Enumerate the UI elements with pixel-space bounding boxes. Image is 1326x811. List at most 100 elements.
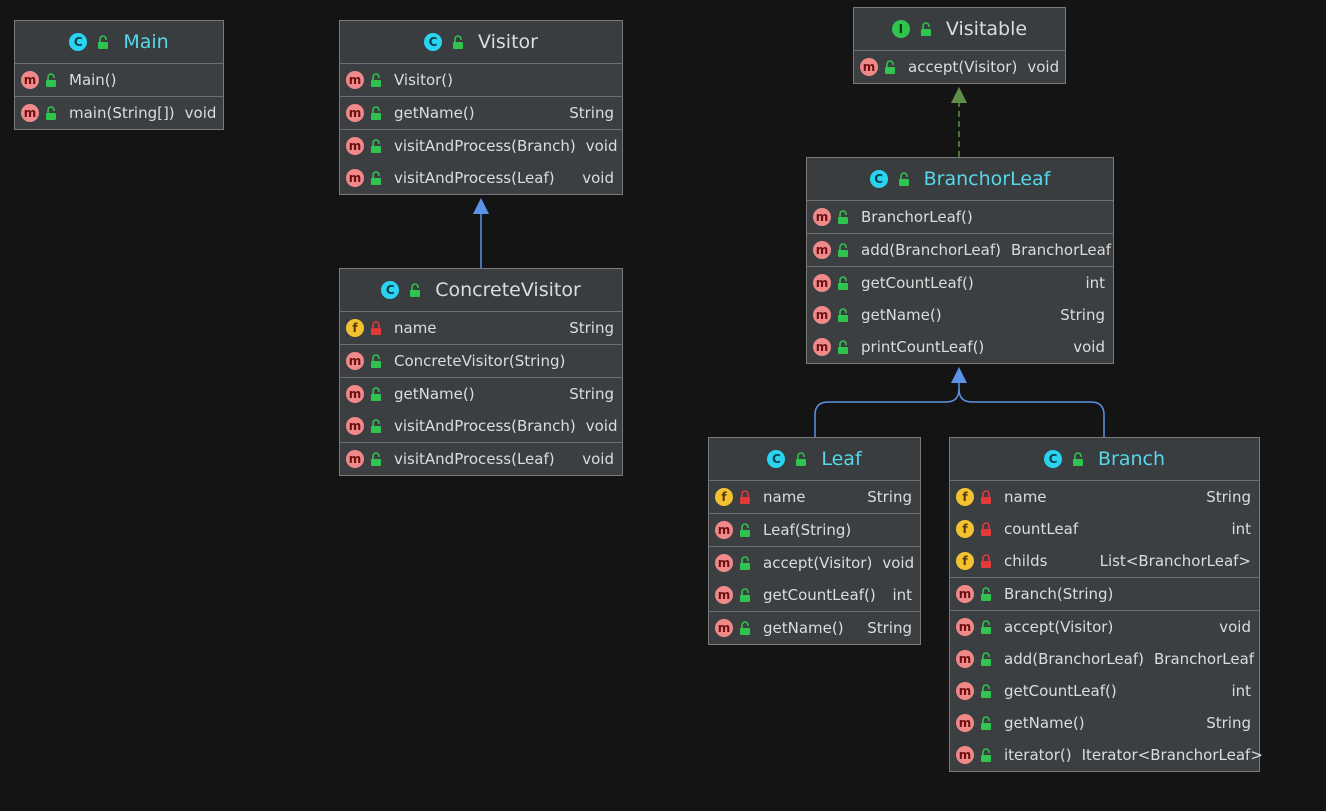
method-row[interactable]: m iterator() Iterator<BranchorLeaf> xyxy=(950,739,1263,771)
method-icon: m xyxy=(715,586,733,604)
method-icon: m xyxy=(346,417,364,435)
member-type: Iterator<BranchorLeaf> xyxy=(1081,746,1263,764)
private-lock-icon xyxy=(371,321,381,335)
method-icon: m xyxy=(813,208,831,226)
class-branch[interactable]: C Branch f name String f countLeaf int f childs Li… xyxy=(949,437,1263,772)
method-row[interactable]: m getName() String xyxy=(950,707,1259,739)
member-section: m Branch(String) xyxy=(950,578,1259,611)
member-section: m Visitor() xyxy=(340,64,622,97)
method-icon: m xyxy=(956,746,974,764)
method-row[interactable]: m main(String[]) void xyxy=(15,97,223,129)
member-type: void xyxy=(585,137,618,155)
public-lock-icon xyxy=(371,106,381,120)
method-row[interactable]: m getName() String xyxy=(807,299,1113,331)
public-lock-icon xyxy=(981,748,991,762)
method-row[interactable]: m getCountLeaf() int xyxy=(950,675,1259,707)
class-header[interactable]: C BranchorLeaf xyxy=(807,158,1113,201)
class-name: Visitor xyxy=(478,31,538,53)
method-row[interactable]: m getName() String xyxy=(340,378,622,410)
member-type: int xyxy=(892,586,912,604)
member-name: BranchorLeaf() xyxy=(861,208,973,226)
public-lock-icon xyxy=(838,210,848,224)
member-name: name xyxy=(763,488,806,506)
member-name: visitAndProcess(Branch) xyxy=(394,137,576,155)
interface-visitable[interactable]: I Visitable m accept(Visitor) void xyxy=(853,7,1066,84)
method-row[interactable]: m getName() String xyxy=(340,97,622,129)
method-icon: m xyxy=(346,450,364,468)
method-row[interactable]: m visitAndProcess(Leaf) void xyxy=(340,443,622,475)
method-row[interactable]: m add(BranchorLeaf) BranchorLeaf xyxy=(950,643,1259,675)
public-lock-icon xyxy=(1072,452,1083,466)
method-icon: m xyxy=(715,554,733,572)
member-section: m add(BranchorLeaf) BranchorLeaf xyxy=(807,234,1113,267)
member-name: Branch(String) xyxy=(1004,585,1114,603)
method-row[interactable]: m accept(Visitor) void xyxy=(709,547,920,579)
class-header[interactable]: C Branch xyxy=(950,438,1259,481)
public-lock-icon xyxy=(981,652,991,666)
method-row[interactable]: m Leaf(String) xyxy=(709,514,920,546)
method-row[interactable]: m printCountLeaf() void xyxy=(807,331,1113,363)
member-type: BranchorLeaf xyxy=(1011,241,1112,259)
class-main[interactable]: C Main m Main() m main(String[]) void xyxy=(14,20,224,130)
member-type: void xyxy=(882,554,915,572)
field-row[interactable]: f childs List<BranchorLeaf> xyxy=(950,545,1259,577)
class-concretevisitor[interactable]: C ConcreteVisitor f name String m ConcreteVisi… xyxy=(339,268,623,476)
public-lock-icon xyxy=(796,452,807,466)
member-type: void xyxy=(582,169,614,187)
public-lock-icon xyxy=(740,588,750,602)
member-section: m getName() String xyxy=(340,97,622,130)
private-lock-icon xyxy=(740,490,750,504)
member-type: void xyxy=(582,450,614,468)
method-row[interactable]: m visitAndProcess(Branch) void xyxy=(340,130,622,162)
class-header[interactable]: C ConcreteVisitor xyxy=(340,269,622,312)
member-name: getName() xyxy=(763,619,844,637)
method-row[interactable]: m visitAndProcess(Branch) void xyxy=(340,410,622,442)
method-row[interactable]: m accept(Visitor) void xyxy=(950,611,1259,643)
method-row[interactable]: m add(BranchorLeaf) BranchorLeaf xyxy=(807,234,1113,266)
member-name: add(BranchorLeaf) xyxy=(1004,650,1144,668)
member-name: getName() xyxy=(1004,714,1085,732)
field-row[interactable]: f countLeaf int xyxy=(950,513,1259,545)
member-type: String xyxy=(569,319,614,337)
field-icon: f xyxy=(715,488,733,506)
method-row[interactable]: m Branch(String) xyxy=(950,578,1259,610)
method-row[interactable]: m ConcreteVisitor(String) xyxy=(340,345,622,377)
class-leaf[interactable]: C Leaf f name String m Leaf(String) m accept(Vis… xyxy=(708,437,921,645)
public-lock-icon xyxy=(410,283,421,297)
public-lock-icon xyxy=(838,243,848,257)
member-name: visitAndProcess(Leaf) xyxy=(394,450,555,468)
public-lock-icon xyxy=(838,308,848,322)
public-lock-icon xyxy=(371,452,381,466)
class-branchorleaf[interactable]: C BranchorLeaf m BranchorLeaf() m add(Brancho… xyxy=(806,157,1114,364)
method-icon: m xyxy=(346,385,364,403)
member-section: f name String f countLeaf int f childs List<Bran… xyxy=(950,481,1259,578)
member-section: m getName() String m visitAndProcess(Branch)… xyxy=(340,378,622,443)
member-name: getName() xyxy=(394,385,475,403)
method-row[interactable]: m getCountLeaf() int xyxy=(807,267,1113,299)
class-visitor[interactable]: C Visitor m Visitor() m getName() String m visit… xyxy=(339,20,623,195)
method-row[interactable]: m Main() xyxy=(15,64,223,96)
member-type: String xyxy=(867,488,912,506)
method-row[interactable]: m getCountLeaf() int xyxy=(709,579,920,611)
class-name: Branch xyxy=(1097,448,1166,470)
field-row[interactable]: f name String xyxy=(340,312,622,344)
member-name: getName() xyxy=(394,104,475,122)
method-row[interactable]: m visitAndProcess(Leaf) void xyxy=(340,162,622,194)
class-header[interactable]: C Main xyxy=(15,21,223,64)
class-header[interactable]: C Leaf xyxy=(709,438,920,481)
member-type: String xyxy=(1206,714,1251,732)
class-header[interactable]: I Visitable xyxy=(854,8,1065,51)
method-row[interactable]: m accept(Visitor) void xyxy=(854,51,1065,83)
method-icon: m xyxy=(813,306,831,324)
field-row[interactable]: f name String xyxy=(709,481,920,513)
method-row[interactable]: m BranchorLeaf() xyxy=(807,201,1113,233)
member-name: accept(Visitor) xyxy=(908,58,1018,76)
member-section: f name String xyxy=(709,481,920,514)
field-icon: f xyxy=(956,520,974,538)
public-lock-icon xyxy=(371,354,381,368)
method-row[interactable]: m getName() String xyxy=(709,612,920,644)
public-lock-icon xyxy=(371,73,381,87)
method-row[interactable]: m Visitor() xyxy=(340,64,622,96)
field-row[interactable]: f name String xyxy=(950,481,1259,513)
class-header[interactable]: C Visitor xyxy=(340,21,622,64)
